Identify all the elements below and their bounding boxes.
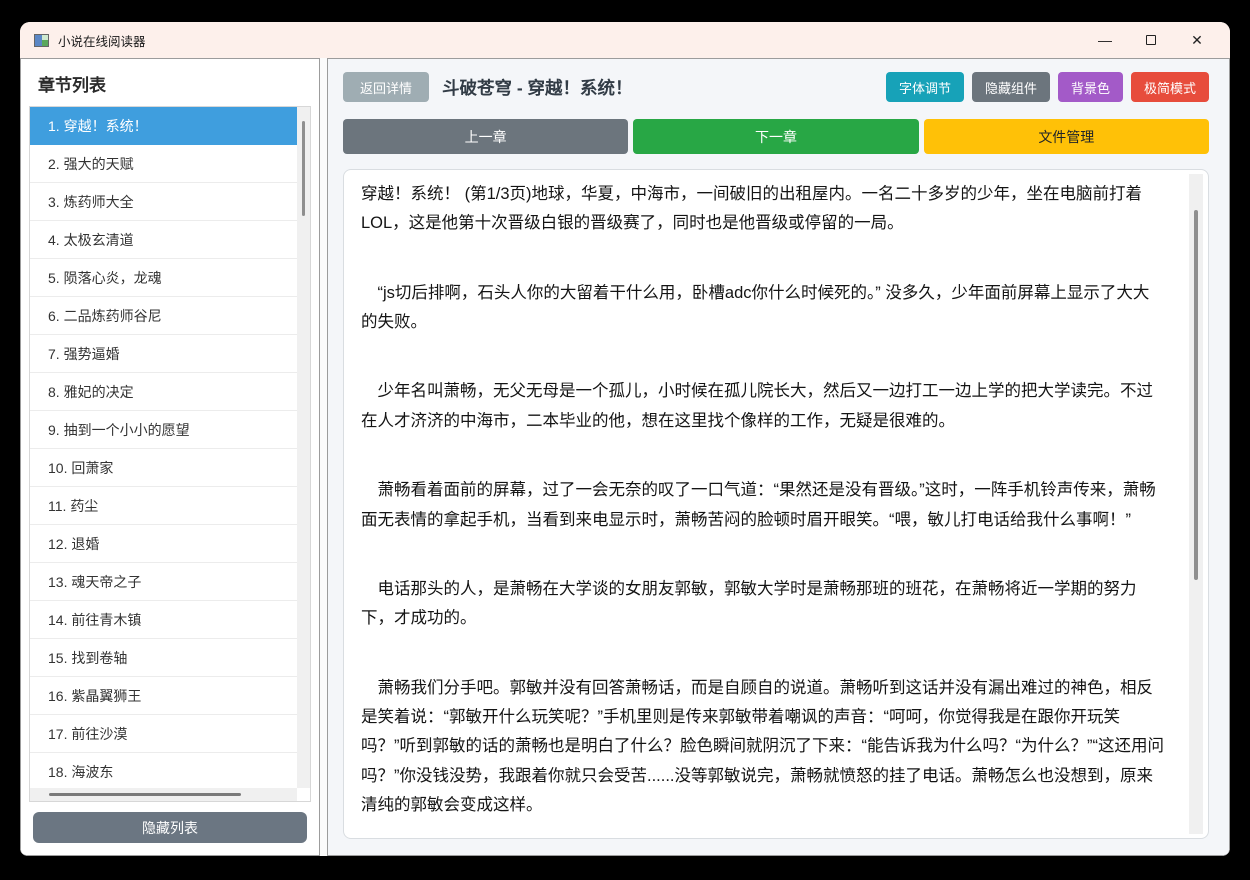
- scrollbar-thumb[interactable]: [302, 120, 305, 216]
- minimal-mode-button[interactable]: 极简模式: [1130, 72, 1209, 102]
- prev-chapter-button[interactable]: 上一章: [343, 119, 629, 154]
- paragraph: 电话那头的人，是萧畅在大学谈的女朋友郭敏，郭敏大学时是萧畅那班的班花，在萧畅将近…: [361, 579, 1137, 628]
- chapter-sidebar: 章节列表 1. 穿越！系统！ 2. 强大的天赋 3. 炼药师大全 4. 太极玄清道 5.…: [20, 58, 320, 856]
- app-icon: [34, 33, 49, 47]
- hide-widgets-button[interactable]: 隐藏组件: [971, 72, 1050, 102]
- chapter-title: 斗破苍穹 - 穿越！系统！: [442, 77, 633, 98]
- chapter-item[interactable]: 6. 二品炼药师谷尼: [30, 297, 297, 335]
- chapter-item[interactable]: 14. 前往青木镇: [30, 601, 297, 639]
- chapter-list-title: 章节列表: [38, 76, 106, 95]
- minimize-button[interactable]: —: [1082, 22, 1128, 58]
- back-to-details-button[interactable]: 返回详情: [343, 72, 429, 102]
- chapter-nav: 上一章 下一章 文件管理: [343, 119, 1209, 154]
- chapter-item[interactable]: 4. 太极玄清道: [30, 221, 297, 259]
- panel-divider: [320, 58, 327, 856]
- paragraph: 少年名叫萧畅，无父无母是一个孤儿，小时候在孤儿院长大，然后又一边打工一边上学的把…: [361, 382, 1153, 430]
- close-button[interactable]: ✕: [1174, 22, 1220, 58]
- maximize-icon: [1146, 35, 1156, 45]
- chapter-item[interactable]: 13. 魂天帝之子: [30, 563, 297, 601]
- paragraph: “js切后排啊，石头人你的大留着干什么用，卧槽adc你什么时候死的。” 没多久，…: [361, 283, 1150, 332]
- chapter-item[interactable]: 2. 强大的天赋: [30, 145, 297, 183]
- titlebar: 小说在线阅读器 — ✕: [20, 22, 1230, 58]
- chapter-text: 穿越！系统！ (第1/3页)地球，华夏，中海市，一间破旧的出租屋内。一名二十多岁…: [361, 180, 1164, 828]
- next-chapter-button[interactable]: 下一章: [633, 119, 919, 154]
- scrollbar-thumb[interactable]: [48, 793, 241, 796]
- chapter-list-horizontal-scrollbar[interactable]: [30, 788, 297, 801]
- chapter-item[interactable]: 17. 前往沙漠: [30, 715, 297, 753]
- chapter-list: 1. 穿越！系统！ 2. 强大的天赋 3. 炼药师大全 4. 太极玄清道 5. 陨落心炎…: [30, 107, 297, 791]
- scrollbar-thumb[interactable]: [1194, 210, 1198, 580]
- chapter-item[interactable]: 3. 炼药师大全: [30, 183, 297, 221]
- file-manager-button[interactable]: 文件管理: [923, 119, 1209, 154]
- background-color-button[interactable]: 背景色: [1057, 72, 1123, 102]
- reader-main-panel: 返回详情 斗破苍穹 - 穿越！系统！ 字体调节 隐藏组件 背景色 极简模式 上一…: [327, 58, 1230, 856]
- chapter-item[interactable]: 15. 找到卷轴: [30, 639, 297, 677]
- chapter-item[interactable]: 12. 退婚: [30, 525, 297, 563]
- hide-list-button[interactable]: 隐藏列表: [33, 812, 307, 843]
- chapter-item[interactable]: 16. 紫晶翼狮王: [30, 677, 297, 715]
- chapter-item[interactable]: 1. 穿越！系统！: [30, 107, 297, 145]
- chapter-item[interactable]: 7. 强势逼婚: [30, 335, 297, 373]
- chapter-item[interactable]: 8. 雅妃的决定: [30, 373, 297, 411]
- chapter-item[interactable]: 5. 陨落心炎，龙魂: [30, 259, 297, 297]
- paragraph: 萧畅看着面前的屏幕，过了一会无奈的叹了一口气道：“果然还是没有晋级。”这时，一阵…: [361, 481, 1156, 529]
- window-title: 小说在线阅读器: [58, 34, 146, 49]
- chapter-list-container: 1. 穿越！系统！ 2. 强大的天赋 3. 炼药师大全 4. 太极玄清道 5. 陨落心炎…: [29, 106, 311, 802]
- chapter-item[interactable]: 10. 回萧家: [30, 449, 297, 487]
- toolbar: 返回详情 斗破苍穹 - 穿越！系统！ 字体调节 隐藏组件 背景色 极简模式: [343, 72, 1209, 102]
- app-window: 小说在线阅读器 — ✕ 章节列表 1. 穿越！系统！ 2. 强大的天赋 3. 炼药师…: [20, 22, 1230, 856]
- paragraph: 萧畅我们分手吧。郭敏并没有回答萧畅话，而是自顾自的说道。萧畅听到这话并没有漏出难…: [361, 678, 1164, 815]
- reader-panel: 穿越！系统！ (第1/3页)地球，华夏，中海市，一间破旧的出租屋内。一名二十多岁…: [343, 169, 1209, 839]
- maximize-button[interactable]: [1128, 22, 1174, 58]
- chapter-item[interactable]: 11. 药尘: [30, 487, 297, 525]
- chapter-list-vertical-scrollbar[interactable]: [297, 107, 310, 788]
- chapter-item[interactable]: 9. 抽到一个小小的愿望: [30, 411, 297, 449]
- chapter-item[interactable]: 18. 海波东: [30, 753, 297, 791]
- paragraph: 穿越！系统！ (第1/3页)地球，华夏，中海市，一间破旧的出租屋内。一名二十多岁…: [361, 185, 1143, 233]
- font-adjust-button[interactable]: 字体调节: [885, 72, 964, 102]
- reader-vertical-scrollbar[interactable]: [1189, 174, 1203, 834]
